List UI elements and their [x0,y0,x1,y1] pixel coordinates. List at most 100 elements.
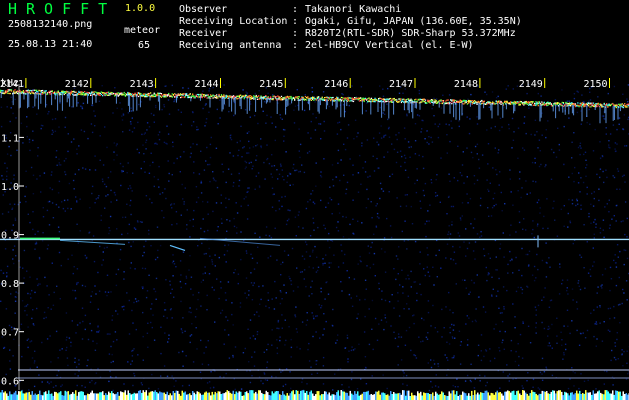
noise-speck [450,120,452,122]
noise-speck [168,172,170,175]
noise-speck [113,191,116,194]
bottom-level-bar [418,393,420,400]
noise-speck [84,328,86,331]
noise-speck [34,243,37,245]
noise-speck [323,224,325,226]
top-band-point [26,89,28,92]
top-band-point [127,93,129,95]
noise-speck [420,293,422,296]
top-band-point [81,93,83,96]
noise-speck [248,162,250,164]
noise-speck [48,111,50,113]
noise-speck [249,147,251,149]
noise-speck [105,195,107,197]
noise-speck [6,106,8,108]
noise-speck [260,145,262,147]
noise-speck [240,231,242,233]
noise-speck [237,273,240,275]
top-band-point [237,95,239,97]
top-band-point [352,100,355,103]
noise-speck [171,84,173,87]
noise-speck [453,355,455,357]
top-band-point [423,98,425,100]
bottom-level-bar [402,390,404,400]
noise-speck [173,100,175,103]
noise-speck [502,371,504,373]
noise-speck [266,366,268,369]
noise-speck [599,306,601,308]
noise-speck [87,359,89,361]
bottom-level-bar [481,392,483,400]
noise-speck [396,138,398,141]
noise-speck [427,300,430,302]
top-band-point [328,98,331,100]
bottom-level-bar [577,393,579,400]
noise-speck [617,304,620,306]
noise-speck [253,365,256,367]
noise-speck [314,245,316,248]
top-band-point [22,90,25,92]
noise-speck [468,317,470,319]
noise-speck [543,215,545,218]
top-band-point [168,94,170,96]
bottom-level-bar [298,393,300,400]
noise-speck [155,277,158,280]
noise-speck [351,305,354,307]
noise-speck [176,157,178,160]
noise-speck [55,203,58,206]
noise-speck [495,203,497,206]
noise-speck [148,172,151,174]
noise-speck [603,370,606,372]
top-band-point [370,97,373,99]
noise-speck [490,127,492,129]
noise-speck [76,324,79,326]
noise-speck [488,106,490,108]
noise-speck [12,355,14,357]
top-band-point [93,93,95,96]
noise-speck [619,303,621,306]
noise-speck [31,317,33,320]
noise-speck [325,254,327,256]
noise-speck [254,338,256,340]
noise-speck [491,206,494,209]
top-band-point [106,94,109,96]
top-band-point [38,89,40,92]
noise-speck [348,293,351,296]
bottom-level-bar [469,395,471,400]
top-band-point [216,94,218,96]
top-band-point [162,94,164,97]
bottom-level-bar [49,393,51,400]
noise-speck [62,207,65,210]
top-band-point [327,96,329,99]
top-band-point [621,103,623,105]
bottom-level-bar [322,394,324,400]
top-band-point [607,106,609,108]
top-band-point [220,94,223,96]
noise-speck [612,124,615,126]
noise-speck [422,119,424,122]
bottom-level-bar [352,394,354,400]
bottom-level-bar [63,395,65,400]
noise-speck [615,204,618,207]
bottom-level-bar [31,391,33,400]
noise-speck [6,175,8,177]
noise-speck [142,335,144,338]
noise-speck [200,281,203,283]
noise-speck [410,146,412,148]
noise-speck [349,158,351,160]
noise-speck [117,313,119,315]
noise-speck [461,215,463,217]
noise-speck [511,117,514,120]
noise-speck [76,282,78,284]
noise-speck [251,168,253,170]
top-band-point [544,104,547,106]
noise-speck [46,248,49,250]
noise-speck [286,219,289,222]
bottom-level-bar [531,390,533,400]
noise-speck [236,226,238,229]
noise-speck [609,307,612,309]
bottom-level-bar [540,393,542,400]
noise-speck [37,284,39,287]
top-band-point [579,104,581,106]
bottom-level-bar [337,390,339,400]
